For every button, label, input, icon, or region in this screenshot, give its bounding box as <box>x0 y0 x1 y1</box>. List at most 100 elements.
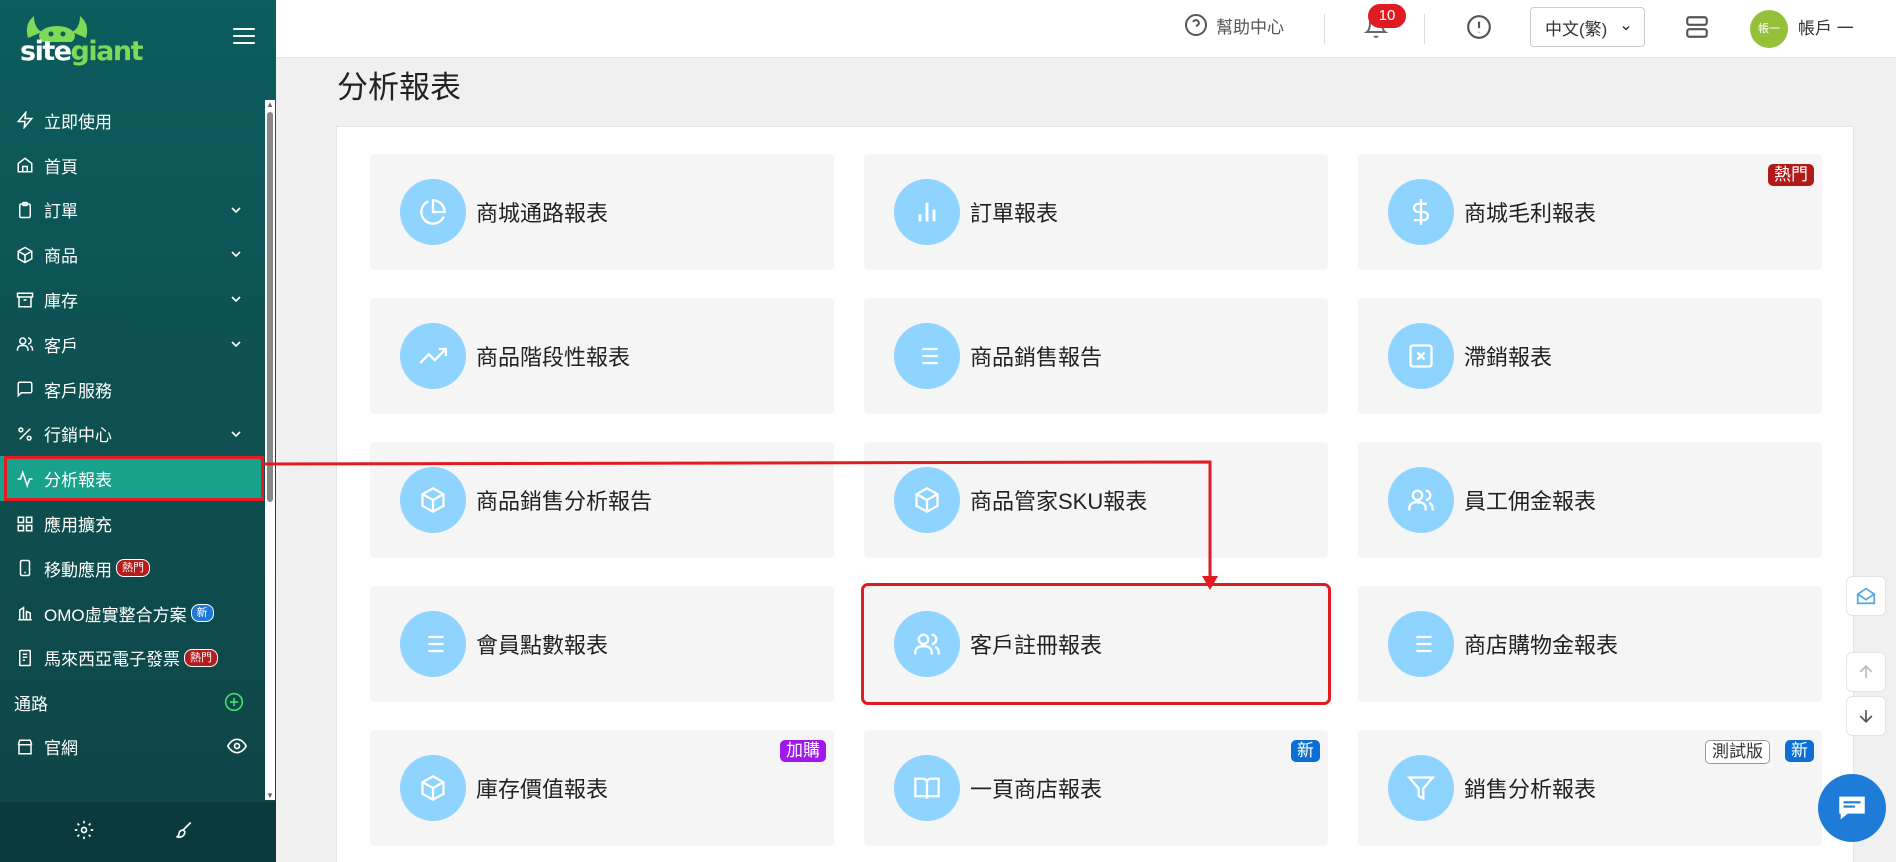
sidebar-item-inventory[interactable]: 庫存 <box>0 277 264 322</box>
sidebar-item-orders[interactable]: 訂單 <box>0 188 264 233</box>
box-icon <box>400 467 466 533</box>
filter-icon <box>1388 755 1454 821</box>
sidebar-item-analytics-reports[interactable]: 分析報表 <box>0 456 264 502</box>
notification-count-badge: 10 <box>1368 4 1406 28</box>
report-card-product-sales[interactable]: 商品銷售報告 <box>864 298 1328 414</box>
scroll-bottom-button[interactable] <box>1846 696 1886 736</box>
menu-toggle-button[interactable] <box>233 28 255 46</box>
addon-tag: 加購 <box>780 740 826 762</box>
list-icon <box>400 611 466 677</box>
language-select[interactable]: 中文(繁) <box>1530 7 1645 47</box>
arrow-down-icon <box>1859 710 1873 724</box>
box-icon <box>14 244 36 266</box>
sidebar-item-einvoice[interactable]: 馬來西亞電子發票 熱門 <box>0 636 264 681</box>
percent-icon <box>14 423 36 445</box>
chevron-down-icon <box>231 207 241 213</box>
scroll-top-button[interactable] <box>1846 652 1886 692</box>
sidebar-section-channels: 通路 <box>0 680 264 724</box>
store-icon <box>14 736 36 758</box>
users-icon <box>1388 467 1454 533</box>
report-card-slow-moving[interactable]: 滯銷報表 <box>1358 298 1822 414</box>
report-card-one-page-store[interactable]: 一頁商店報表 新 <box>864 730 1328 846</box>
report-card-product-stage[interactable]: 商品階段性報表 <box>370 298 834 414</box>
add-channel-icon[interactable] <box>224 692 244 712</box>
top-bar: 幫助中心 10 中文(繁) 帳一 帳戶 一 <box>276 0 1896 58</box>
brush-icon[interactable] <box>174 820 194 840</box>
hot-badge: 熱門 <box>184 648 218 667</box>
contact-mail-button[interactable] <box>1846 576 1886 616</box>
x-square-icon <box>1388 323 1454 389</box>
server-icon[interactable] <box>1684 14 1710 40</box>
clipboard-icon <box>14 199 36 221</box>
avatar[interactable]: 帳一 <box>1750 10 1788 48</box>
chevron-down-icon <box>231 251 241 258</box>
reports-panel: 商城通路報表 訂單報表 商城毛利報表 熱門 商品階段性報表 商品銷售報告 滯銷報… <box>336 126 1854 862</box>
hot-badge: 熱門 <box>116 559 150 578</box>
grid-icon <box>14 513 36 535</box>
archive-icon <box>14 289 36 311</box>
report-card-product-sales-analysis[interactable]: 商品銷售分析報告 <box>370 442 834 558</box>
report-card-customer-registration[interactable]: 客戶註冊報表 <box>861 583 1331 705</box>
dollar-icon <box>1388 179 1454 245</box>
hot-tag: 熱門 <box>1768 164 1814 186</box>
eye-icon[interactable] <box>226 736 248 756</box>
sidebar-item-home[interactable]: 首頁 <box>0 143 264 188</box>
gear-icon[interactable] <box>74 820 94 840</box>
report-card-sales-analysis[interactable]: 銷售分析報表 測試版 新 <box>1358 730 1822 846</box>
chevron-down-icon <box>231 341 241 348</box>
divider <box>1324 14 1325 44</box>
scroll-up-icon[interactable]: ▲ <box>266 100 274 109</box>
message-icon <box>14 378 36 400</box>
chevron-down-icon <box>231 430 241 437</box>
activity-icon <box>14 468 36 490</box>
chat-bubble-icon <box>1839 796 1865 820</box>
report-card-inventory-value[interactable]: 庫存價值報表 加購 <box>370 730 834 846</box>
beta-tag: 測試版 <box>1705 740 1770 764</box>
chat-button[interactable] <box>1818 774 1886 842</box>
help-circle-icon <box>1185 14 1207 36</box>
new-tag: 新 <box>1291 740 1320 762</box>
building-icon <box>14 602 36 624</box>
report-card-orders[interactable]: 訂單報表 <box>864 154 1328 270</box>
box-icon <box>400 755 466 821</box>
mail-icon <box>1856 587 1876 605</box>
list-icon <box>1388 611 1454 677</box>
report-card-member-points[interactable]: 會員點數報表 <box>370 586 834 702</box>
sidebar-item-products[interactable]: 商品 <box>0 232 264 277</box>
arrow-up-icon <box>1859 664 1873 678</box>
report-card-staff-commission[interactable]: 員工佣金報表 <box>1358 442 1822 558</box>
sidebar-item-customer-service[interactable]: 客戶服務 <box>0 367 264 412</box>
home-icon <box>14 154 36 176</box>
sidebar-item-customers[interactable]: 客戶 <box>0 322 264 367</box>
chevron-down-icon <box>231 296 241 303</box>
bolt-icon <box>14 109 36 131</box>
new-badge: 新 <box>190 604 214 623</box>
account-menu[interactable]: 帳戶 一 <box>1798 14 1854 39</box>
sidebar-item-app-extensions[interactable]: 應用擴充 <box>0 501 264 546</box>
sidebar-item-official-site[interactable]: 官網 <box>0 724 264 769</box>
new-tag: 新 <box>1785 740 1814 762</box>
report-card-store-credit[interactable]: 商店購物金報表 <box>1358 586 1822 702</box>
sitegiant-logo[interactable]: sitegiant <box>18 14 143 74</box>
scroll-down-icon[interactable]: ▼ <box>266 791 274 800</box>
chevron-down-icon <box>1622 25 1630 31</box>
page-title: 分析報表 <box>337 70 461 105</box>
alert-circle-icon[interactable] <box>1466 14 1492 40</box>
sidebar-item-omo[interactable]: OMO虛實整合方案 新 <box>0 591 264 636</box>
report-card-gross-profit[interactable]: 商城毛利報表 熱門 <box>1358 154 1822 270</box>
sidebar-footer <box>0 802 276 862</box>
sidebar-item-mobile-app[interactable]: 移動應用 熱門 <box>0 546 264 591</box>
sidebar-item-quick-start[interactable]: 立即使用 <box>0 98 264 143</box>
sidebar-scrollbar[interactable]: ▲ ▼ <box>265 100 275 800</box>
help-center-link[interactable]: 幫助中心 <box>1184 12 1284 38</box>
report-card-mall-channel[interactable]: 商城通路報表 <box>370 154 834 270</box>
mobile-icon <box>14 557 36 579</box>
book-icon <box>894 755 960 821</box>
pie-chart-icon <box>400 179 466 245</box>
report-card-sku-manager[interactable]: 商品管家SKU報表 <box>864 442 1328 558</box>
box-icon <box>894 467 960 533</box>
sidebar-item-marketing[interactable]: 行銷中心 <box>0 412 264 457</box>
bar-chart-icon <box>894 179 960 245</box>
users-icon <box>14 333 36 355</box>
scrollbar-thumb[interactable] <box>267 112 273 502</box>
